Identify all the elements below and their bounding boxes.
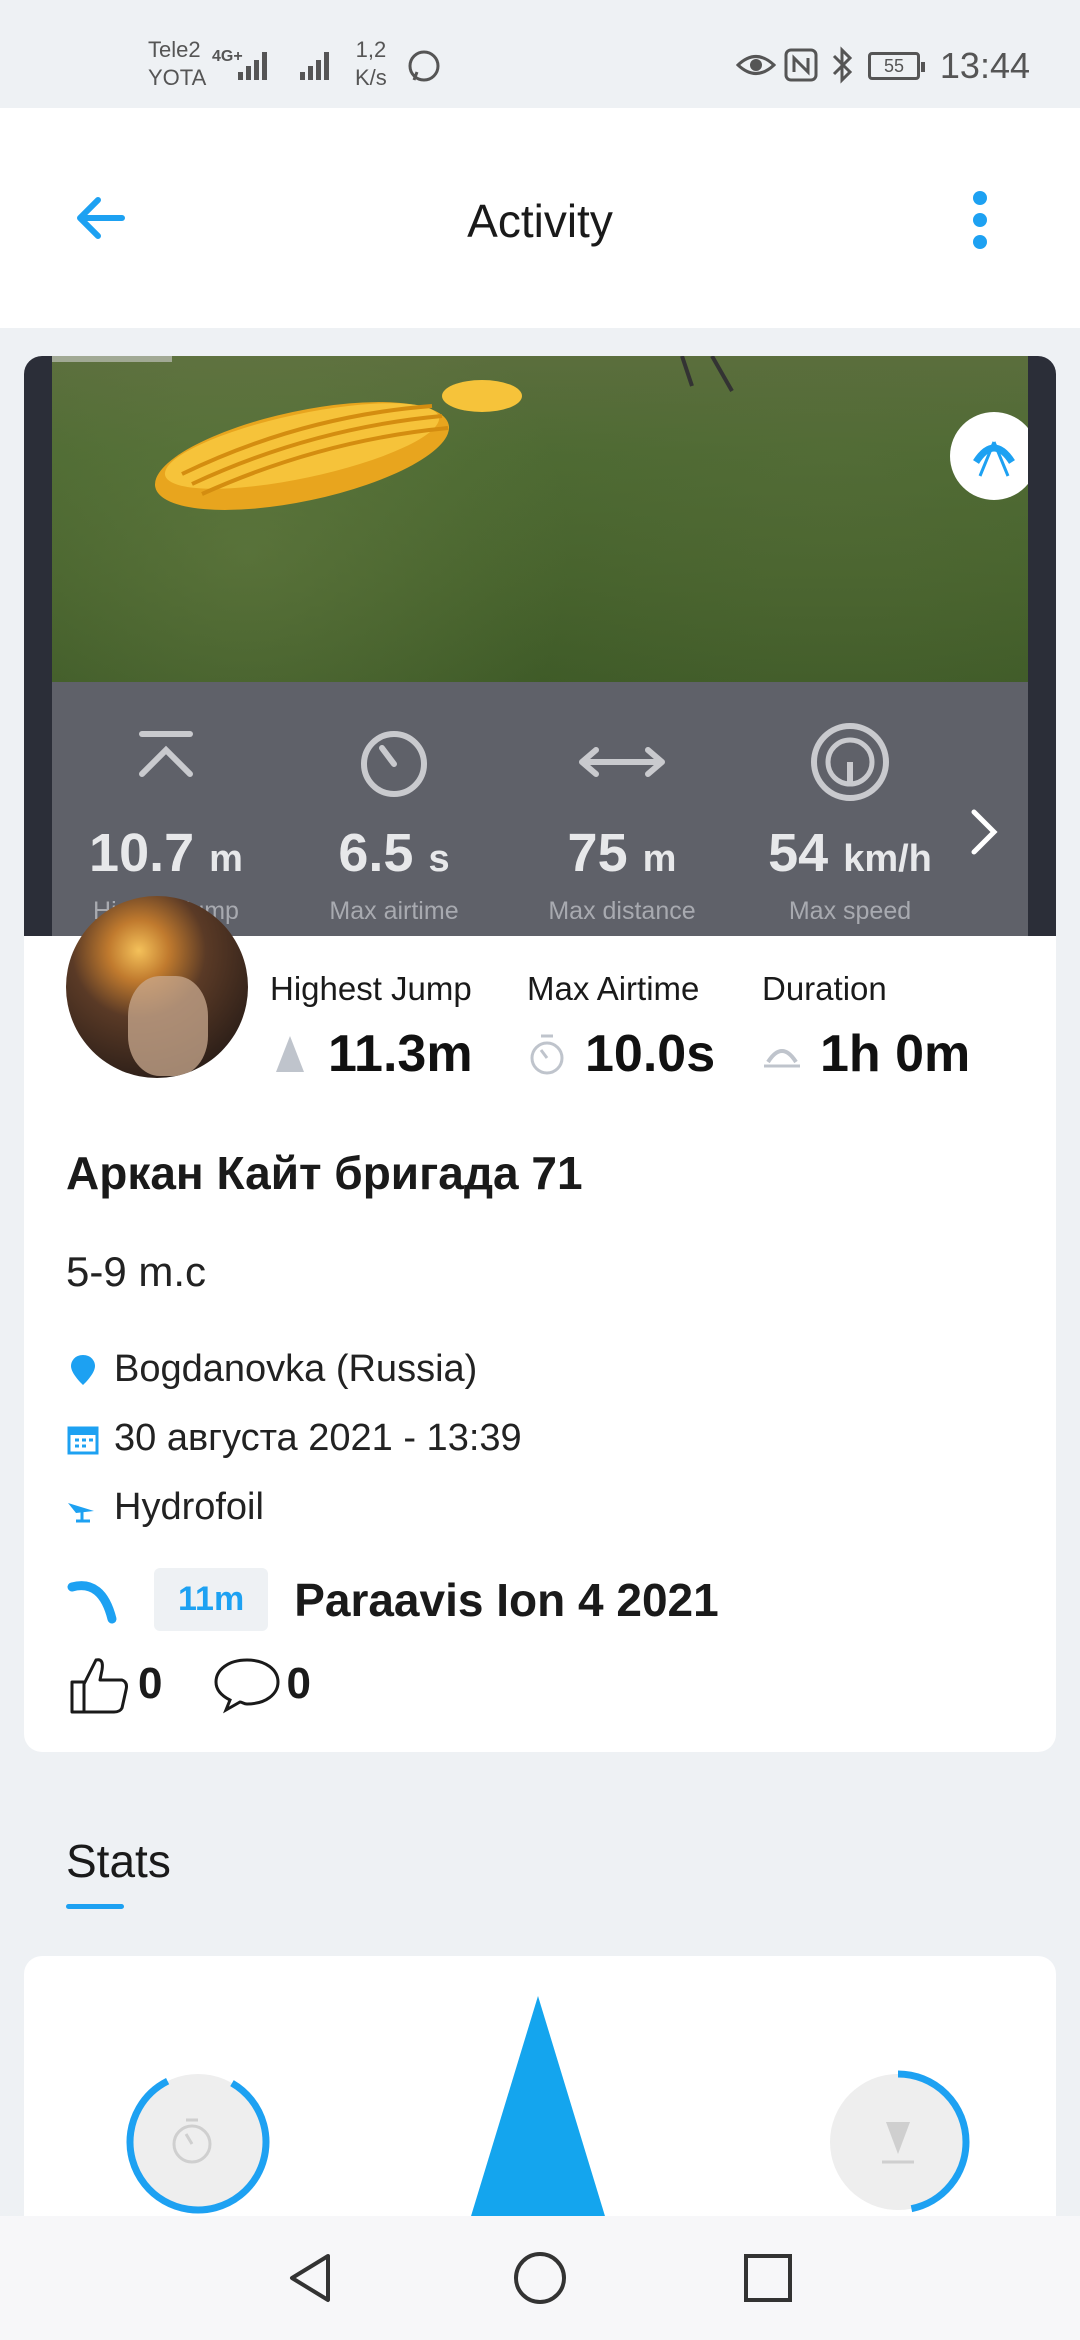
calendar-icon <box>67 1426 99 1454</box>
status-bar: Tele2 YOTA 4G+ 1,2 K/s 55 13:44 <box>0 0 1080 108</box>
activity-card[interactable]: 10.7 m Highest jump 6.5 s Max airtime 75… <box>24 356 1056 1752</box>
signal-icon-2 <box>300 52 329 80</box>
overlay-stat-max-distance: 75 m Max distance <box>508 682 736 936</box>
battery-indicator: 55 <box>868 52 925 80</box>
airtime-gauge-icon <box>126 2070 270 2214</box>
nav-back-icon[interactable] <box>284 2250 336 2306</box>
kite-icon <box>67 1580 117 1623</box>
eye-icon <box>736 55 776 75</box>
gear-size-badge: 11m <box>154 1568 269 1631</box>
signal-icon <box>238 52 267 80</box>
nav-home-icon[interactable] <box>512 2250 568 2306</box>
kite-on-grass-image <box>52 356 734 510</box>
descent-gauge-icon <box>826 2070 970 2214</box>
session-location: Bogdanovka (Russia) <box>66 1348 477 1391</box>
session-datetime: 30 августа 2021 - 13:39 <box>66 1417 522 1460</box>
network-speed: 1,2 K/s <box>355 37 387 90</box>
thumbs-up-icon <box>70 1658 128 1714</box>
stopwatch-icon <box>530 1034 564 1075</box>
stats-tab-indicator <box>66 1904 124 1909</box>
kite-icon <box>973 441 1015 477</box>
session-title: Аркан Кайт бригада 71 <box>66 1147 583 1199</box>
location-pin-icon <box>71 1354 95 1385</box>
bluetooth-icon <box>832 46 853 84</box>
overlay-stat-max-airtime: 6.5 s Max airtime <box>280 682 508 936</box>
nav-recents-icon[interactable] <box>742 2252 794 2304</box>
activity-hero: 10.7 m Highest jump 6.5 s Max airtime 75… <box>24 356 1056 936</box>
system-nav-bar <box>0 2216 1080 2340</box>
gear-name: Paraavis Ion 4 2021 <box>294 1573 719 1626</box>
app-bar: Activity <box>0 108 1080 328</box>
comment-button[interactable]: 0 <box>212 1654 311 1714</box>
duration-icon <box>764 1049 800 1068</box>
clock: 13:44 <box>939 45 1030 86</box>
session-description: 5-9 m.c <box>66 1248 207 1295</box>
summary-duration: Duration 1h 0m <box>762 970 971 1083</box>
more-options-icon[interactable] <box>960 188 1000 252</box>
avatar[interactable] <box>66 896 248 1078</box>
summary-max-airtime: Max Airtime 10.0s <box>527 970 716 1083</box>
overlay-stat-max-speed: 54 km/h Max speed <box>736 682 964 936</box>
kite-badge <box>950 412 1028 500</box>
jump-icon <box>276 1036 304 1072</box>
session-discipline: Hydrofoil <box>66 1486 264 1529</box>
page-title: Activity <box>467 195 613 247</box>
comments-count: 0 <box>286 1659 311 1708</box>
jump-height-triangle-icon <box>468 1996 608 2226</box>
nfc-icon <box>784 48 818 82</box>
hydrofoil-icon <box>68 1502 94 1522</box>
carrier-1: Tele2 <box>148 37 201 62</box>
timer-icon <box>361 731 427 797</box>
stats-tab-title[interactable]: Stats <box>66 1834 171 1888</box>
chevron-right-icon[interactable] <box>964 802 1004 862</box>
likes-count: 0 <box>138 1659 163 1708</box>
activity-photo[interactable] <box>52 356 1028 682</box>
carrier-2: YOTA <box>148 65 207 90</box>
jump-icon <box>139 731 193 777</box>
speedometer-icon <box>811 723 889 801</box>
comment-icon <box>214 1658 280 1714</box>
summary-highest-jump: Highest Jump 11.3m <box>270 970 473 1083</box>
distance-icon <box>579 747 665 777</box>
gear-row[interactable]: 11m Paraavis Ion 4 2021 <box>66 1568 719 1631</box>
social-row: 0 0 <box>66 1652 361 1716</box>
overlay-stats-strip: 10.7 m Highest jump 6.5 s Max airtime 75… <box>52 682 1028 936</box>
whatsapp-icon <box>408 50 440 82</box>
like-button[interactable]: 0 <box>66 1652 162 1716</box>
carrier-names: Tele2 YOTA <box>148 36 206 92</box>
